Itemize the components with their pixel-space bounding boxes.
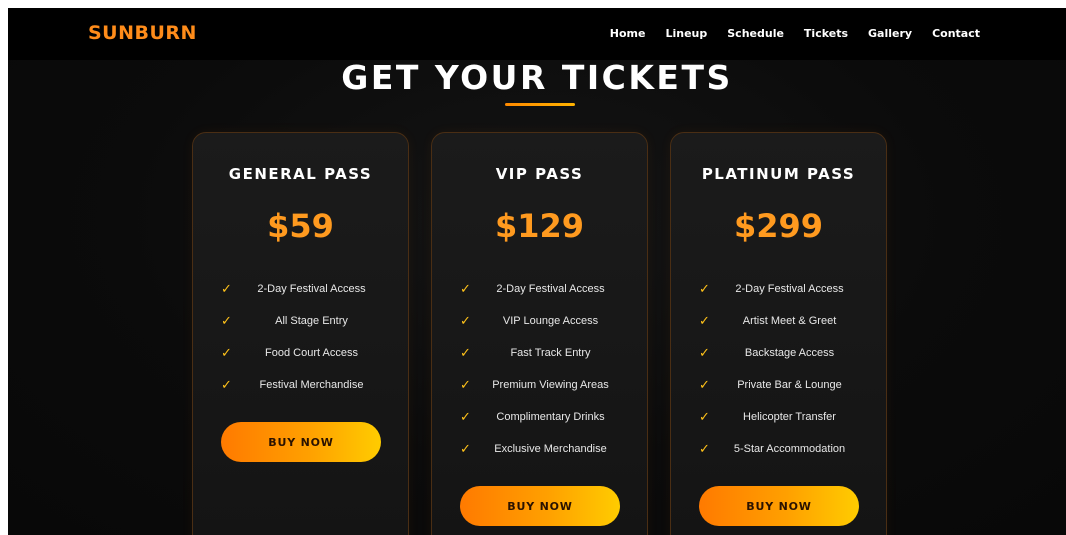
feature-item: ✓ Festival Merchandise [193, 377, 408, 409]
feature-item: ✓ Artist Meet & Greet [671, 313, 886, 345]
feature-label: Exclusive Merchandise [494, 443, 607, 455]
feature-label: Helicopter Transfer [743, 411, 836, 423]
navbar: SUNBURN Home Lineup Schedule Tickets Gal… [8, 8, 1066, 60]
feature-item: ✓ Food Court Access [193, 345, 408, 377]
feature-list: ✓ 2-Day Festival Access ✓ VIP Lounge Acces… [432, 281, 647, 473]
feature-label: 2-Day Festival Access [257, 283, 366, 295]
nav-links: Home Lineup Schedule Tickets Gallery Con… [610, 27, 980, 40]
section-title: GET YOUR TICKETS [341, 58, 733, 97]
feature-label: VIP Lounge Access [502, 315, 599, 327]
nav-link-schedule[interactable]: Schedule [727, 27, 784, 40]
check-icon: ✓ [699, 314, 710, 329]
feature-item: ✓ VIP Lounge Access [432, 313, 647, 345]
title-underline [505, 103, 575, 106]
nav-link-gallery[interactable]: Gallery [868, 27, 912, 40]
feature-label: Premium Viewing Areas [492, 379, 609, 391]
buy-now-button-platinum[interactable]: BUY NOW [699, 486, 859, 526]
check-icon: ✓ [221, 378, 232, 393]
feature-item: ✓ Fast Track Entry [432, 345, 647, 377]
check-icon: ✓ [699, 282, 710, 297]
feature-list: ✓ 2-Day Festival Access ✓ Artist Meet & Gr… [671, 281, 886, 473]
check-icon: ✓ [460, 378, 471, 393]
check-icon: ✓ [460, 346, 471, 361]
nav-link-contact[interactable]: Contact [932, 27, 980, 40]
feature-list: ✓ 2-Day Festival Access ✓ All Stage Entry … [193, 281, 408, 409]
feature-label: Fast Track Entry [510, 347, 591, 359]
feature-label: All Stage Entry [275, 315, 348, 327]
check-icon: ✓ [221, 282, 232, 297]
feature-item: ✓ 5-Star Accommodation [671, 441, 886, 473]
feature-label: 2-Day Festival Access [735, 283, 844, 295]
card-price: $59 [267, 207, 334, 245]
buy-now-button-general[interactable]: BUY NOW [221, 422, 381, 462]
feature-label: Festival Merchandise [259, 379, 364, 391]
card-price: $129 [494, 207, 585, 245]
feature-item: ✓ 2-Day Festival Access [671, 281, 886, 313]
nav-link-tickets[interactable]: Tickets [804, 27, 848, 40]
feature-item: ✓ Complimentary Drinks [432, 409, 647, 441]
feature-item: ✓ Exclusive Merchandise [432, 441, 647, 473]
brand-logo[interactable]: SUNBURN [88, 22, 197, 44]
feature-item: ✓ Backstage Access [671, 345, 886, 377]
page-frame: SUNBURN Home Lineup Schedule Tickets Gal… [8, 8, 1066, 535]
nav-link-lineup[interactable]: Lineup [665, 27, 707, 40]
check-icon: ✓ [699, 378, 710, 393]
check-icon: ✓ [460, 442, 471, 457]
feature-item: ✓ Premium Viewing Areas [432, 377, 647, 409]
check-icon: ✓ [699, 442, 710, 457]
nav-link-home[interactable]: Home [610, 27, 646, 40]
feature-item: ✓ Private Bar & Lounge [671, 377, 886, 409]
check-icon: ✓ [699, 346, 710, 361]
check-icon: ✓ [699, 410, 710, 425]
feature-item: ✓ 2-Day Festival Access [193, 281, 408, 313]
ticket-card-general: GENERAL PASS $59 ✓ 2-Day Festival Access … [192, 132, 409, 535]
check-icon: ✓ [460, 410, 471, 425]
check-icon: ✓ [221, 346, 232, 361]
feature-label: Private Bar & Lounge [737, 379, 842, 391]
card-name: VIP PASS [495, 165, 584, 183]
card-name: GENERAL PASS [228, 165, 373, 183]
check-icon: ✓ [460, 314, 471, 329]
card-name: PLATINUM PASS [701, 165, 856, 183]
check-icon: ✓ [221, 314, 232, 329]
buy-now-button-vip[interactable]: BUY NOW [460, 486, 620, 526]
feature-item: ✓ 2-Day Festival Access [432, 281, 647, 313]
feature-label: 2-Day Festival Access [496, 283, 605, 295]
check-icon: ✓ [460, 282, 471, 297]
feature-item: ✓ All Stage Entry [193, 313, 408, 345]
ticket-card-vip: VIP PASS $129 ✓ 2-Day Festival Access ✓ VI… [431, 132, 648, 535]
feature-label: Backstage Access [744, 347, 835, 359]
feature-item: ✓ Helicopter Transfer [671, 409, 886, 441]
feature-label: 5-Star Accommodation [733, 443, 846, 455]
feature-label: Artist Meet & Greet [742, 315, 837, 327]
ticket-card-platinum: PLATINUM PASS $299 ✓ 2-Day Festival Acces… [670, 132, 887, 535]
feature-label: Complimentary Drinks [496, 411, 605, 423]
card-price: $299 [733, 207, 824, 245]
feature-label: Food Court Access [265, 347, 358, 359]
